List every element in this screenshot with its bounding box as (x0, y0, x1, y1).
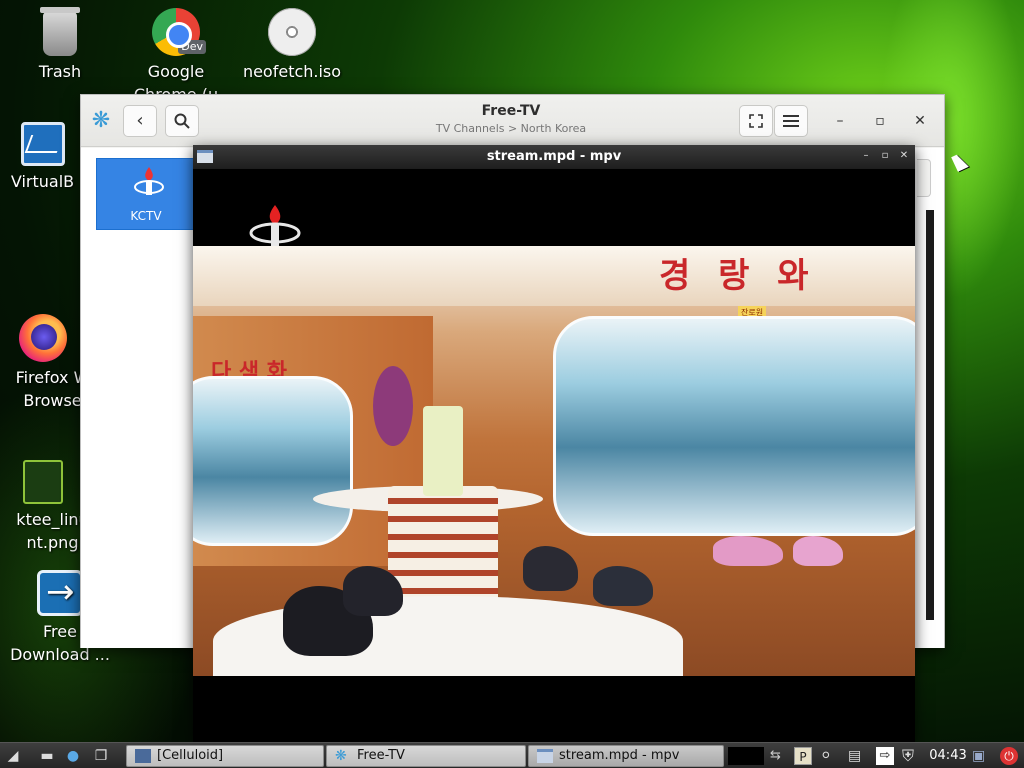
task-label: [Celluloid] (157, 748, 224, 763)
chrome-dev-icon: Dev (152, 8, 206, 56)
task-freetv[interactable]: ❋ Free-TV (326, 745, 526, 767)
mpv-icon (537, 749, 553, 763)
menu-logo-icon: ◢ (7, 748, 19, 764)
desktop-icon-label: Trash (38, 62, 82, 81)
flower-decoration (373, 366, 413, 446)
task-mpv[interactable]: stream.mpd - mpv (528, 745, 724, 767)
kctv-watermark-icon (249, 205, 301, 247)
minimize-button[interactable]: – (830, 111, 850, 131)
desktop-icon-firefox[interactable]: Firefox W Browse (5, 314, 80, 412)
channel-label: KCTV (130, 209, 162, 223)
freetv-headerbar: ❋ ‹ Free-TV TV Channels > North Korea – … (81, 95, 944, 147)
clock[interactable]: 04:43 (926, 747, 970, 765)
store-sign-main: 경 랑 와 (659, 256, 817, 296)
celluloid-icon (135, 749, 151, 763)
freetv-icon: ❋ (335, 748, 347, 764)
menu-button[interactable] (774, 105, 808, 137)
close-icon: ✕ (914, 113, 926, 129)
maximize-button[interactable]: ▫ (870, 111, 890, 131)
cpu-monitor-widget (728, 747, 764, 765)
task-label: stream.mpd - mpv (559, 748, 680, 763)
video-frame-shoe-store: 경 랑 와 다 색 화 잔로원 (193, 246, 915, 676)
expand-icon (749, 114, 763, 128)
power-icon[interactable]: ⏻ (1000, 747, 1018, 765)
task-celluloid[interactable]: [Celluloid] (126, 745, 324, 767)
package-updates-icon[interactable]: ▤ (848, 747, 866, 765)
dev-badge: Dev (178, 40, 206, 54)
start-menu-button[interactable]: ◢ (4, 747, 22, 765)
close-icon: ✕ (899, 150, 909, 161)
network-arrows-icon[interactable]: ⇆ (770, 747, 788, 765)
display-settings-icon[interactable]: ▣ (972, 747, 990, 765)
window-subtitle-breadcrumb: TV Channels > North Korea (435, 122, 587, 135)
desktop-icon-png[interactable]: ktee_linu nt.png (5, 460, 80, 554)
globe-icon: ● (66, 748, 80, 764)
freetv-app-icon: ❋ (91, 108, 111, 133)
pink-boots (713, 536, 783, 566)
video-letterbox-bottom (193, 676, 915, 743)
minimize-icon: – (863, 150, 869, 161)
shoe-shelf-left (193, 376, 353, 546)
mpv-minimize-button[interactable]: – (859, 149, 873, 163)
boxed-item (423, 406, 463, 496)
scrollbar[interactable] (926, 210, 934, 620)
download-manager-icon (37, 570, 83, 616)
back-button[interactable]: ‹ (123, 105, 157, 137)
display-pedestal (388, 486, 498, 606)
desktop-icon-label: VirtualB (10, 172, 75, 191)
video-area[interactable]: 경 랑 와 다 색 화 잔로원 (193, 169, 915, 676)
disc-icon (268, 8, 316, 56)
search-field-edge (917, 159, 931, 197)
maximize-icon: ▫ (875, 113, 885, 129)
windows-switcher-icon: ❐ (94, 748, 108, 764)
mpv-window: stream.mpd - mpv – ▫ ✕ 경 랑 와 다 색 화 잔로원 (193, 145, 915, 743)
desktop-icon-chrome[interactable]: Dev Google Chrome (u (121, 8, 231, 94)
chevron-left-icon: ‹ (136, 110, 144, 131)
close-button[interactable]: ✕ (910, 111, 930, 131)
clipboard-tray-icon[interactable]: P (794, 747, 812, 765)
desktop-icon-label: neofetch.iso (242, 62, 342, 81)
bluetooth-tray-icon[interactable]: ⚪ (820, 747, 838, 765)
firefox-icon (18, 314, 67, 362)
maximize-icon: ▫ (881, 150, 889, 161)
shield-icon[interactable]: ⛨ (902, 747, 920, 765)
fullscreen-button[interactable] (739, 105, 773, 137)
launcher-browser[interactable]: ● (64, 747, 82, 765)
desktop-icon-label: Google Chrome (u (134, 62, 218, 94)
search-icon (174, 113, 190, 129)
minimize-icon: – (836, 113, 844, 129)
mpv-window-title: stream.mpd - mpv (486, 149, 622, 164)
desktop-icon-neofetch-iso[interactable]: neofetch.iso (237, 8, 347, 83)
virtualbox-icon (20, 122, 65, 166)
desktop-icon-label: ktee_linu nt.png (16, 510, 80, 552)
trash-icon (40, 7, 80, 56)
channel-item-kctv[interactable]: KCTV (96, 158, 196, 230)
mpv-close-button[interactable]: ✕ (897, 149, 911, 163)
sneaker-dark (523, 546, 578, 591)
tray-p-label: P (799, 750, 807, 764)
mpv-titlebar[interactable]: stream.mpd - mpv – ▫ ✕ (193, 145, 915, 169)
hamburger-menu-icon (783, 115, 799, 127)
show-desktop-button[interactable]: ▬ (38, 747, 56, 765)
search-button[interactable] (165, 105, 199, 137)
switch-window-icon[interactable]: ⇨ (876, 747, 894, 765)
mpv-maximize-button[interactable]: ▫ (878, 149, 892, 163)
launcher-windows[interactable]: ❐ (92, 747, 110, 765)
image-file-icon (22, 460, 63, 504)
pink-boots-2 (793, 536, 843, 566)
desktop-icon-virtualbox[interactable]: VirtualB (5, 122, 80, 193)
minimize-all-icon: ▬ (40, 748, 54, 764)
task-label: Free-TV (357, 748, 405, 763)
window-title: Free-TV (481, 103, 541, 119)
kctv-logo-icon (134, 167, 164, 195)
taskbar: ◢ ▬ ● ❐ [Celluloid] ❋ Free-TV stream.mpd… (0, 742, 1024, 768)
shoe-shelf-right (553, 316, 915, 536)
desktop-icon-label: Firefox W Browse (15, 368, 80, 410)
desktop-icon-trash[interactable]: Trash (5, 7, 115, 83)
sneaker-dark-2 (593, 566, 653, 606)
